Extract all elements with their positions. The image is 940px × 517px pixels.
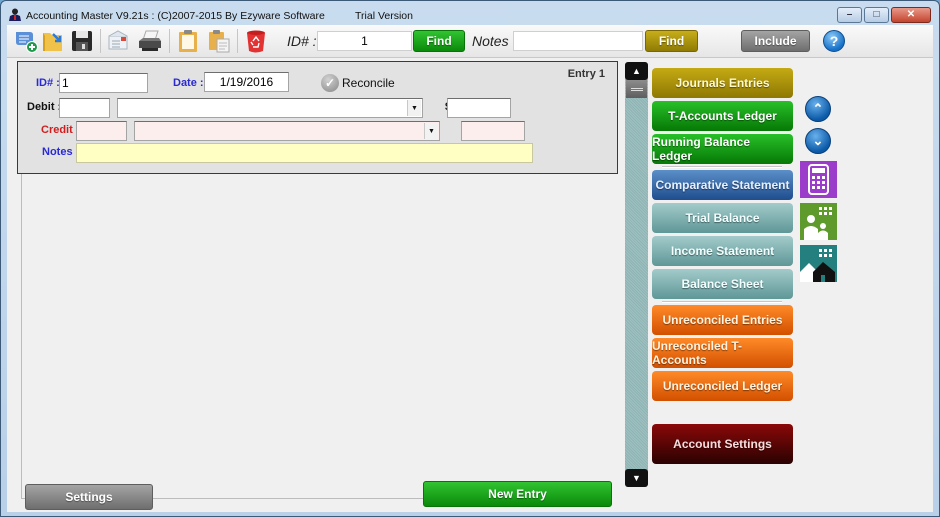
copy-icon[interactable]: [175, 28, 201, 54]
comparative-statement-button[interactable]: Comparative Statement: [652, 170, 793, 200]
unreconciled-entries-button[interactable]: Unreconciled Entries: [652, 305, 793, 335]
credit-account-select[interactable]: ▼: [134, 121, 440, 141]
find-notes-button[interactable]: Find: [645, 30, 698, 52]
entry-date-input[interactable]: [204, 72, 289, 92]
entry-id-input[interactable]: [59, 73, 148, 93]
account-settings-button[interactable]: Account Settings: [652, 424, 793, 464]
trial-balance-button[interactable]: Trial Balance: [652, 203, 793, 233]
open-folder-icon[interactable]: [40, 28, 66, 54]
debit-amount-input[interactable]: [447, 98, 511, 118]
entry-number: Entry 1: [567, 68, 605, 80]
debit-label: Debit :: [27, 101, 62, 113]
app-icon: [9, 8, 21, 21]
nav-divider: [662, 301, 782, 303]
people-building-icon[interactable]: [800, 203, 837, 240]
close-icon: ✕: [906, 9, 916, 20]
close-button[interactable]: ✕: [891, 7, 931, 23]
print-preview-icon[interactable]: [106, 28, 132, 54]
running-balance-ledger-button[interactable]: Running Balance Ledger: [652, 134, 793, 164]
unreconciled-ledger-button[interactable]: Unreconciled Ledger: [652, 371, 793, 401]
journals-entries-button[interactable]: Journals Entries: [652, 68, 793, 98]
client-area: ID# : Find Notes : Find Include ? ID# : …: [7, 25, 933, 512]
journal-entry-panel: ID# : Date : ✓ Reconcile Entry 1 Debit :…: [17, 61, 618, 174]
t-accounts-ledger-button[interactable]: T-Accounts Ledger: [652, 101, 793, 131]
save-icon[interactable]: [69, 28, 95, 54]
house-building-icon[interactable]: [800, 245, 837, 282]
income-statement-button[interactable]: Income Statement: [652, 236, 793, 266]
check-circle-icon: ✓: [321, 74, 339, 92]
scroll-down-icon[interactable]: ▼: [625, 469, 648, 487]
toolbar-separator: [100, 29, 101, 53]
calculator-icon[interactable]: [800, 161, 837, 198]
include-button[interactable]: Include: [741, 30, 810, 52]
maximize-button[interactable]: □: [864, 7, 889, 23]
nav-divider: [662, 166, 782, 168]
notes-label: Notes :: [42, 146, 80, 158]
chevron-down-icon[interactable]: ⌄: [805, 128, 831, 154]
toolbar-notes-label: Notes :: [472, 33, 517, 49]
minimize-button[interactable]: –: [837, 7, 862, 23]
toolbar-id-label: ID# :: [287, 33, 317, 49]
reconcile-label: Reconcile: [342, 76, 395, 90]
toolbar-separator: [237, 29, 238, 53]
chevron-down-icon: ▼: [407, 100, 421, 116]
credit-amount-input[interactable]: [461, 121, 525, 141]
delete-icon[interactable]: [243, 28, 269, 54]
title-bar: Accounting Master V9.21s : (C)2007-2015 …: [1, 1, 939, 25]
vertical-scrollbar[interactable]: ▲ ▼: [625, 62, 648, 487]
balance-sheet-button[interactable]: Balance Sheet: [652, 269, 793, 299]
maximize-icon: □: [873, 9, 880, 20]
debit-code-input[interactable]: [59, 98, 110, 118]
new-entry-icon[interactable]: [13, 28, 39, 54]
debit-account-select[interactable]: ▼: [117, 98, 423, 118]
printer-icon[interactable]: [137, 28, 163, 54]
chevron-down-icon: ▼: [424, 123, 438, 139]
toolbar-id-input[interactable]: [317, 31, 412, 51]
find-id-button[interactable]: Find: [413, 30, 465, 52]
scroll-up-icon[interactable]: ▲: [625, 62, 648, 80]
window-title: Accounting Master V9.21s : (C)2007-2015 …: [26, 10, 325, 22]
notes-input[interactable]: [76, 143, 533, 163]
credit-code-input[interactable]: [76, 121, 127, 141]
scroll-thumb[interactable]: [626, 80, 647, 98]
new-entry-button[interactable]: New Entry: [423, 481, 612, 507]
toolbar-separator: [169, 29, 170, 53]
help-icon[interactable]: ?: [823, 30, 845, 52]
app-window: Accounting Master V9.21s : (C)2007-2015 …: [0, 0, 940, 517]
entry-date-label: Date :: [173, 77, 204, 89]
credit-label: Credit :: [41, 124, 80, 136]
toolbar-notes-input[interactable]: [513, 31, 643, 51]
minimize-icon: –: [846, 9, 853, 20]
paste-icon[interactable]: [206, 28, 232, 54]
unreconciled-t-accounts-button[interactable]: Unreconciled T-Accounts: [652, 338, 793, 368]
chevron-up-icon[interactable]: ⌃: [805, 96, 831, 122]
trial-version-label: Trial Version: [355, 10, 413, 22]
entry-id-label: ID# :: [36, 77, 60, 89]
toolbar: ID# : Find Notes : Find Include ?: [7, 25, 933, 58]
settings-button[interactable]: Settings: [25, 484, 153, 510]
reconcile-checkbox[interactable]: ✓ Reconcile: [321, 74, 395, 92]
